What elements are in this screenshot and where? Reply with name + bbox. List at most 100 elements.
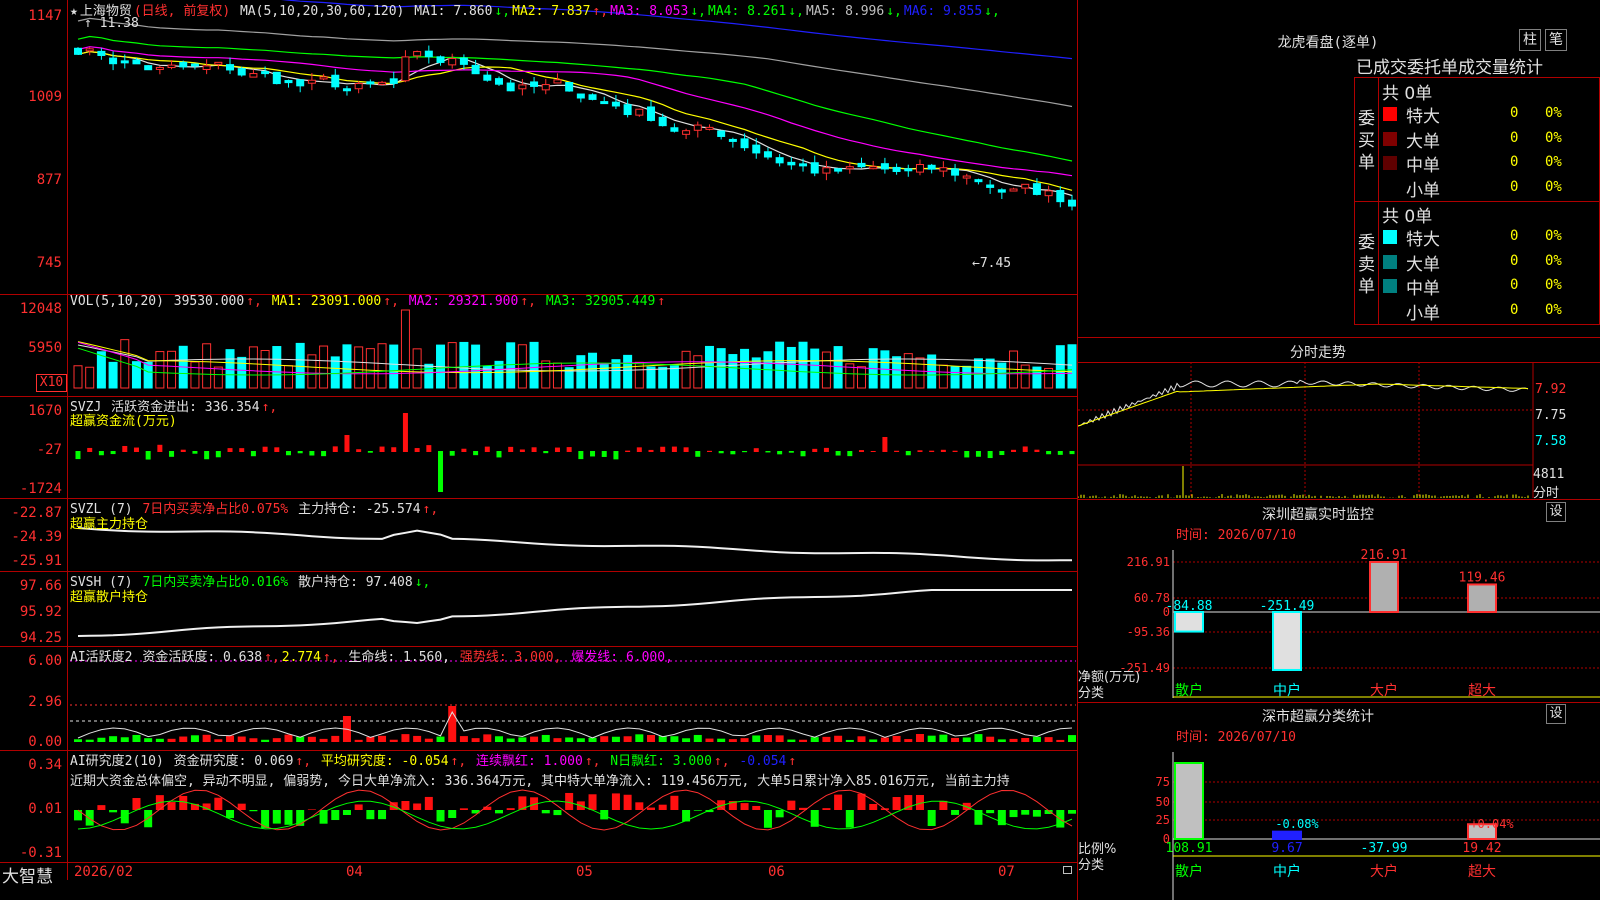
intraday-chart[interactable] — [1078, 362, 1600, 498]
activity-bar — [997, 739, 1006, 742]
activity-bar — [647, 735, 656, 742]
activity-bar — [272, 738, 281, 742]
ma-item-1: MA1: 7.860 — [414, 4, 493, 19]
fund-flow-bar — [625, 450, 631, 452]
activity-bar — [553, 738, 562, 742]
ma-item-4: MA4: 8.261 — [708, 4, 787, 19]
fund-flow-bar — [180, 449, 186, 452]
fund-flow-bar — [519, 449, 525, 452]
sell-row-pct-2: 0% — [1545, 252, 1562, 269]
research-bar — [623, 794, 632, 810]
candle-body — [600, 101, 609, 105]
activity-bar — [869, 739, 878, 742]
svsh-tick-2: 95.92 — [19, 604, 62, 620]
candle-body — [226, 64, 235, 71]
research-bar — [366, 810, 375, 820]
candle-body — [541, 84, 550, 91]
brand-label[interactable]: 大智慧 — [2, 862, 53, 887]
research-bar — [167, 802, 176, 810]
candle-body — [494, 78, 503, 85]
candle-body — [1044, 190, 1053, 197]
column-view-button[interactable]: 柱 — [1519, 29, 1541, 51]
activity-bar — [307, 736, 316, 742]
fund-flow-bar — [215, 451, 221, 458]
sh-bar-1 — [1174, 762, 1204, 840]
sh-stats-chart: 7550250108.91散户9.67-0.08%中户-37.99大户19.42… — [1156, 752, 1600, 900]
ai-active-tick-3: 0.00 — [28, 734, 62, 750]
volume-bar — [202, 343, 212, 389]
sh-category-2: 中户 — [1273, 863, 1301, 880]
svsh-hold: 散户持仓: 97.408 — [298, 575, 413, 590]
candle-body — [939, 167, 948, 172]
fund-flow-bar — [1046, 451, 1052, 455]
sell-row-label-3: 中单 — [1406, 279, 1440, 299]
research-bar — [647, 807, 656, 810]
research-bar — [740, 803, 749, 810]
research-bar — [272, 810, 281, 824]
sell-row-pct-3: 0% — [1545, 277, 1562, 293]
activity-bar — [132, 734, 141, 742]
activity-bar — [951, 737, 960, 742]
fund-flow-bar — [297, 451, 303, 454]
lhb-header: 已成交委托单成交量统计 — [1356, 58, 1543, 78]
volume-bar — [962, 365, 972, 389]
lock-icon[interactable] — [1063, 866, 1072, 874]
intraday-tick-2: 7.75 — [1535, 408, 1567, 423]
candle-body — [1068, 199, 1076, 207]
research-bar — [179, 795, 188, 810]
svzl-tick-2: -24.39 — [11, 529, 62, 545]
activity-bar — [541, 734, 550, 742]
sell-swatch-2 — [1383, 254, 1397, 269]
fund-flow-bar — [309, 451, 315, 456]
activity-bar — [331, 735, 340, 742]
ai-research-legend: AI研究度2(10) 资金研究度: 0.069 ↑, 平均研究度: -0.054 ↑… — [70, 754, 797, 769]
activity-bar — [623, 736, 632, 742]
vol-tick-2: 5950 — [28, 340, 62, 356]
tick-view-button[interactable]: 笔 — [1545, 29, 1567, 51]
activity-bar — [424, 738, 433, 742]
sh-value-2: 9.67 — [1271, 841, 1302, 856]
main-chart-area[interactable]: ★ 上海物贸 (日线, 前复权) MA(5,10,20,30,60,120) MA1… — [0, 0, 1078, 900]
fund-flow-bar — [391, 447, 397, 452]
fund-flow-bar — [414, 448, 420, 452]
sh-stats-settings-button[interactable]: 设 — [1546, 704, 1566, 724]
candle-body — [834, 168, 843, 172]
activity-bar — [190, 735, 199, 742]
activity-bar — [249, 738, 258, 742]
chart-mode[interactable]: (日线, 前复权) — [134, 4, 230, 19]
buy-row-pct-4: 0% — [1545, 178, 1562, 195]
sz-category-4: 超大 — [1468, 683, 1496, 699]
sell-row-count-4: 0 — [1510, 301, 1519, 318]
favorite-star-icon[interactable]: ★ — [70, 4, 78, 19]
svzl-subtitle: 超赢主力持仓 — [70, 517, 149, 532]
activity-bar — [436, 736, 445, 742]
volume-bar — [190, 361, 200, 389]
activity-bar — [284, 734, 293, 742]
fund-flow-bar — [975, 451, 981, 457]
research-bar — [1009, 810, 1018, 818]
candle-body — [658, 116, 667, 127]
sell-row-count-1: 0 — [1510, 228, 1519, 244]
research-bar — [693, 810, 702, 811]
research-bar — [752, 805, 761, 810]
fund-flow-bar — [1034, 449, 1040, 452]
volume-bar — [693, 355, 703, 389]
research-bar — [109, 810, 118, 813]
research-bar — [658, 804, 667, 810]
vol-ma1: MA1: 23091.000 — [271, 294, 382, 309]
sz-monitor-settings-button[interactable]: 设 — [1546, 502, 1566, 522]
price-indicator-canvas — [70, 0, 1077, 831]
volume-bar — [1055, 345, 1065, 389]
activity-bar — [167, 738, 176, 742]
activity-bar — [845, 739, 854, 742]
sh-value-3: -37.99 — [1361, 841, 1408, 856]
fund-flow-bar — [543, 451, 549, 454]
candle-body — [190, 63, 199, 67]
volume-bar — [576, 355, 586, 389]
activity-bar — [237, 736, 246, 742]
candle-body — [869, 166, 878, 170]
candle-body — [261, 71, 270, 75]
volume-bar — [857, 366, 867, 389]
volume-bar — [213, 366, 223, 389]
price-tick-3: 877 — [36, 172, 62, 188]
